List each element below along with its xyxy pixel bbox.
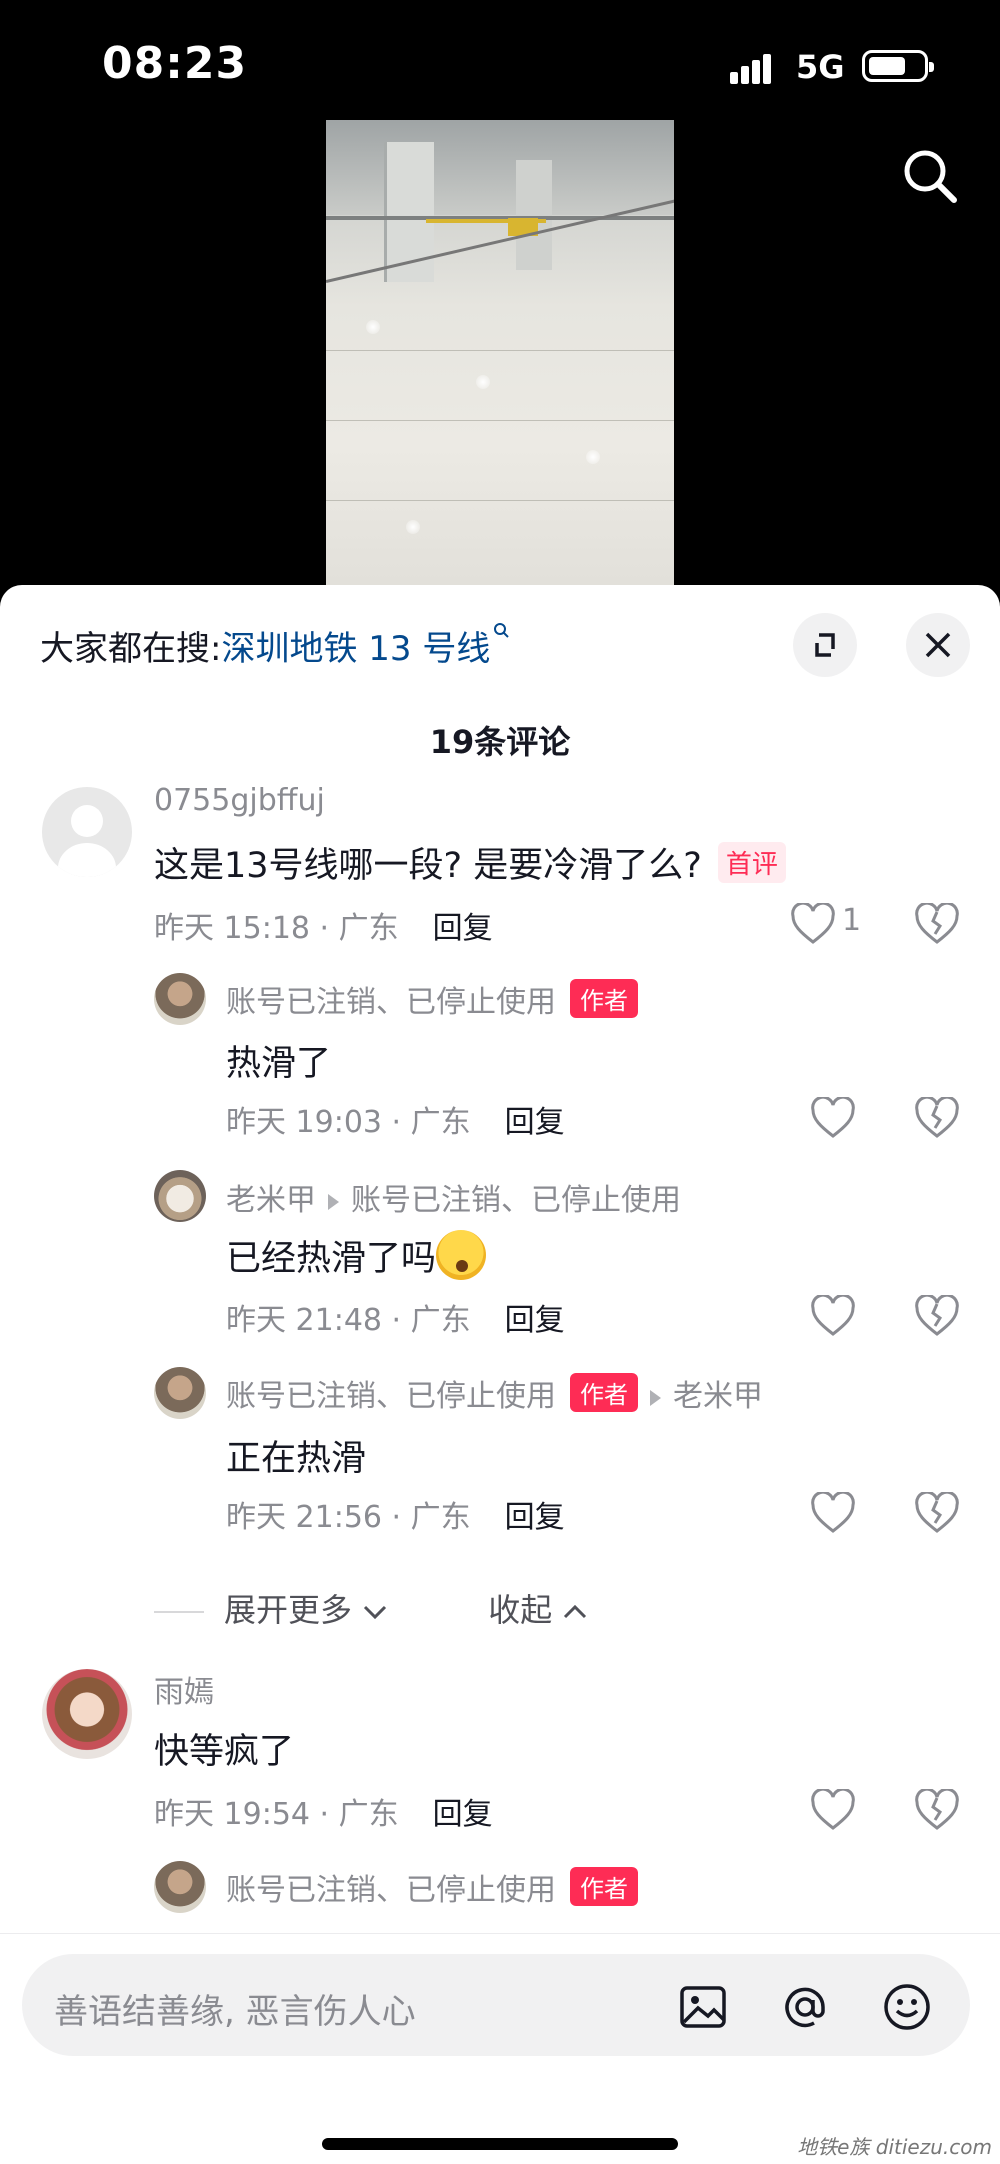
reply-username[interactable]: 账号已注销、已停止使用 作者 老米甲 <box>226 1371 763 1415</box>
emoji-icon[interactable] <box>880 1980 934 2034</box>
reply-meta: 昨天 21:48 · 广东 回复 <box>226 1295 565 1339</box>
mini-search-icon <box>494 623 510 638</box>
expand-more-label[interactable]: 展开更多 <box>224 1591 352 1629</box>
comment-input[interactable]: 善语结善缘, 恶言伤人心 <box>22 1954 970 2056</box>
heart-icon[interactable] <box>810 1492 856 1534</box>
status-bar: 08:23 5G <box>0 0 1000 130</box>
like-count: 1 <box>842 903 862 938</box>
reply-user[interactable]: 账号已注销、已停止使用 <box>226 1873 556 1908</box>
comment-body: 这是13号线哪一段? 是要冷滑了么? <box>154 846 702 886</box>
reply-to-user[interactable]: 账号已注销、已停止使用 <box>351 1183 681 1218</box>
heart-icon[interactable] <box>810 1097 856 1139</box>
comment-username[interactable]: 0755gjbffuj <box>154 783 325 818</box>
heart-icon[interactable] <box>810 1295 856 1337</box>
search-icon[interactable] <box>900 146 960 206</box>
chevron-up-icon <box>564 1604 587 1619</box>
reply-time: 昨天 21:56 · 广东 <box>226 1500 471 1535</box>
heart-icon[interactable] <box>790 903 836 945</box>
comment-meta: 昨天 15:18 · 广东 回复 <box>154 903 493 947</box>
broken-heart-icon[interactable] <box>914 903 960 945</box>
avatar[interactable] <box>42 787 132 877</box>
search-suggestion[interactable]: 大家都在搜:深圳地铁 13 号线 <box>40 621 510 670</box>
reply-user[interactable]: 账号已注销、已停止使用 <box>226 985 556 1020</box>
battery-icon <box>862 50 934 82</box>
home-indicator[interactable] <box>322 2138 678 2150</box>
comment-text: 快等疯了 <box>154 1732 295 1772</box>
avatar[interactable] <box>42 1669 132 1759</box>
reply-arrow-icon <box>650 1389 661 1406</box>
collapse-label[interactable]: 收起 <box>488 1591 552 1629</box>
expand-button[interactable] <box>793 613 857 677</box>
avatar[interactable] <box>154 1170 206 1222</box>
reply-text: 已经热滑了吗 <box>226 1230 487 1281</box>
reply-meta: 昨天 21:56 · 广东 回复 <box>226 1492 565 1536</box>
at-mention-icon[interactable] <box>778 1980 832 2034</box>
reply-arrow-icon <box>328 1193 339 1210</box>
reply-user[interactable]: 账号已注销、已停止使用 <box>226 1379 556 1414</box>
reply-button[interactable]: 回复 <box>433 911 493 946</box>
reply-username[interactable]: 账号已注销、已停止使用 作者 <box>226 977 638 1021</box>
broken-heart-icon[interactable] <box>914 1295 960 1337</box>
reply-button[interactable]: 回复 <box>433 1797 493 1832</box>
network-label: 5G <box>796 48 845 86</box>
heart-icon[interactable] <box>810 1789 856 1831</box>
avatar[interactable] <box>154 973 206 1025</box>
replies-toggle-row: 展开更多 收起 <box>154 1585 588 1631</box>
chevron-down-icon <box>364 1605 387 1620</box>
reply-meta: 昨天 19:03 · 广东 回复 <box>226 1097 565 1141</box>
comment-time: 昨天 15:18 · 广东 <box>154 911 399 946</box>
divider <box>154 1611 204 1613</box>
author-tag: 作者 <box>570 979 638 1018</box>
broken-heart-icon[interactable] <box>914 1097 960 1139</box>
image-icon[interactable] <box>676 1980 730 2034</box>
reply-username[interactable]: 老米甲 账号已注销、已停止使用 <box>226 1175 681 1219</box>
reply-time: 昨天 21:48 · 广东 <box>226 1303 471 1338</box>
search-prefix: 大家都在搜: <box>40 629 222 669</box>
comment-count: 19条评论 <box>429 723 571 761</box>
reply-user[interactable]: 老米甲 <box>226 1183 316 1218</box>
reply-to-user[interactable]: 老米甲 <box>673 1379 763 1414</box>
author-tag: 作者 <box>570 1867 638 1906</box>
video-thumbnail[interactable] <box>326 120 674 585</box>
close-button[interactable] <box>906 613 970 677</box>
close-icon <box>925 632 951 658</box>
search-keyword[interactable]: 深圳地铁 13 号线 <box>221 629 490 669</box>
reply-button[interactable]: 回复 <box>505 1500 565 1535</box>
reply-body: 已经热滑了吗 <box>226 1239 437 1279</box>
reply-username[interactable]: 账号已注销、已停止使用 作者 <box>226 1865 638 1909</box>
broken-heart-icon[interactable] <box>914 1789 960 1831</box>
first-comment-badge: 首评 <box>717 842 786 883</box>
broken-heart-icon[interactable] <box>914 1492 960 1534</box>
comment-meta: 昨天 19:54 · 广东 回复 <box>154 1789 493 1833</box>
comment-username[interactable]: 雨嫣 <box>154 1667 214 1711</box>
reply-text: 正在热滑 <box>226 1439 367 1479</box>
reply-text: 热滑了 <box>226 1044 332 1084</box>
collapse-button[interactable]: 收起 <box>488 1591 588 1629</box>
reply-time: 昨天 19:03 · 广东 <box>226 1105 471 1140</box>
status-time: 08:23 <box>102 38 248 89</box>
reply-button[interactable]: 回复 <box>505 1105 565 1140</box>
avatar[interactable] <box>154 1861 206 1913</box>
shocked-emoji-icon <box>436 1230 487 1280</box>
input-placeholder: 善语结善缘, 恶言伤人心 <box>54 1992 416 2032</box>
expand-more-button[interactable]: 展开更多 <box>224 1591 388 1629</box>
watermark: 地铁e族 ditiezu.com <box>797 2135 992 2159</box>
reply-button[interactable]: 回复 <box>505 1303 565 1338</box>
avatar[interactable] <box>154 1367 206 1419</box>
signal-icon <box>730 52 782 84</box>
comment-input-bar: 善语结善缘, 恶言伤人心 地铁e族 ditiezu.com <box>0 1933 1000 2164</box>
author-tag: 作者 <box>570 1373 638 1412</box>
comment-text: 这是13号线哪一段? 是要冷滑了么? 首评 <box>154 837 786 888</box>
comment-sheet: 大家都在搜:深圳地铁 13 号线 19条评论 0755gjbffuj 这是13号… <box>0 585 1000 2164</box>
expand-icon <box>815 633 835 657</box>
comment-time: 昨天 19:54 · 广东 <box>154 1797 399 1832</box>
